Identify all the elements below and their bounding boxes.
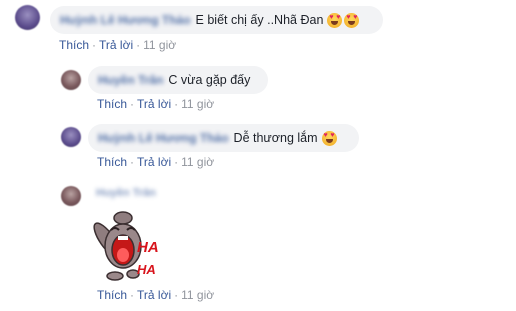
like-link[interactable]: Thích	[59, 38, 89, 52]
avatar[interactable]	[61, 70, 81, 90]
comment-actions: Thích · Trả lời · 11 giờ	[97, 97, 215, 111]
comment-author[interactable]: Huỳnh Lê Hương Thảo	[98, 131, 229, 145]
sticker-text: HA	[137, 262, 156, 277]
reply-link[interactable]: Trả lời	[99, 38, 133, 52]
like-link[interactable]: Thích	[97, 97, 127, 111]
heart-eyes-emoji-icon	[344, 12, 360, 28]
like-link[interactable]: Thích	[97, 155, 127, 169]
avatar[interactable]	[15, 5, 40, 30]
comment-actions: Thích · Trả lời · 11 giờ	[59, 38, 177, 52]
comment-bubble: Huyền Trân C vừa gặp đấy	[88, 66, 268, 94]
heart-eyes-emoji-icon	[327, 12, 343, 28]
comment-author[interactable]: Huỳnh Lê Hương Thảo	[60, 13, 191, 27]
comment-text: Dễ thương lắm	[233, 131, 318, 145]
comment-actions: Thích · Trả lời · 11 giờ	[97, 288, 215, 302]
comment-text: E biết chị ấy ..Nhã Đan	[195, 13, 324, 27]
timestamp[interactable]: 11 giờ	[181, 155, 214, 169]
heart-eyes-emoji-icon	[321, 130, 337, 146]
reply-link[interactable]: Trả lời	[137, 97, 171, 111]
comment-actions: Thích · Trả lời · 11 giờ	[97, 155, 215, 169]
avatar[interactable]	[61, 186, 81, 206]
like-link[interactable]: Thích	[97, 288, 127, 302]
timestamp[interactable]: 11 giờ	[181, 288, 214, 302]
rabbit-ear	[113, 211, 133, 225]
timestamp[interactable]: 11 giờ	[143, 38, 176, 52]
comment-author[interactable]: Huyền Trân	[96, 187, 156, 199]
avatar[interactable]	[61, 127, 81, 147]
comment-author[interactable]: Huyền Trân	[98, 73, 163, 87]
comment-bubble: Huỳnh Lê Hương Thảo E biết chị ấy ..Nhã …	[50, 6, 383, 34]
reply-link[interactable]: Trả lời	[137, 288, 171, 302]
reply-link[interactable]: Trả lời	[137, 155, 171, 169]
timestamp[interactable]: 11 giờ	[181, 97, 214, 111]
comment-text: C vừa gặp đấy	[168, 73, 251, 87]
laughing-rabbit-sticker: HA HA	[93, 211, 159, 281]
sticker-text: HA	[137, 239, 159, 256]
comment-bubble: Huỳnh Lê Hương Thảo Dễ thương lắm	[88, 124, 359, 152]
